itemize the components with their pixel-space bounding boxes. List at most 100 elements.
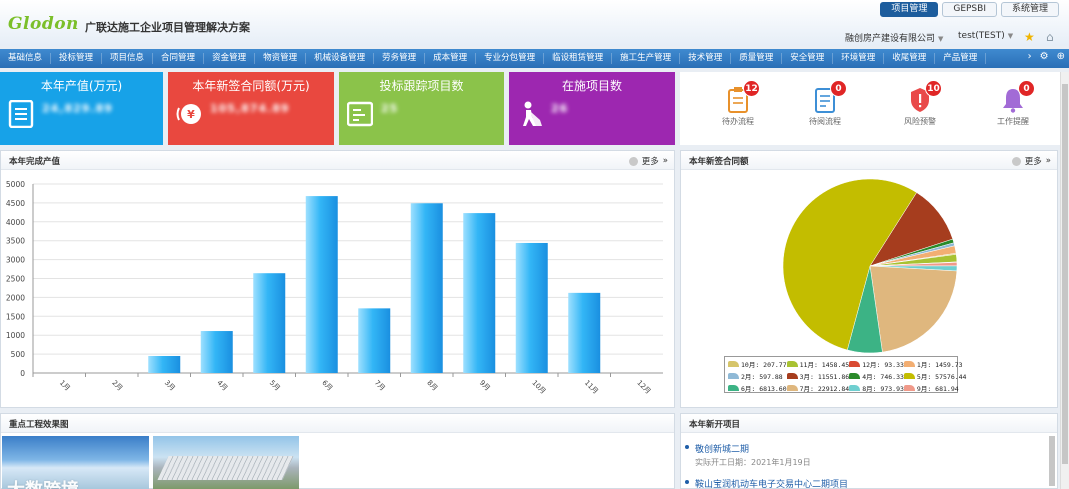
nav-item[interactable]: 合同管理 [153,53,205,64]
scrollbar-thumb[interactable] [1062,84,1068,464]
more-label: 更多 [1024,157,1042,167]
y-tick-label: 1000 [6,331,25,340]
gear-icon[interactable]: ⚙ [1040,51,1049,62]
pie-legend: 10月: 207.77 11月: 1458.45 12月: 93.33 1月: 145… [724,356,966,393]
nav-item[interactable]: 基础信息 [0,53,52,64]
tab-gepsbi[interactable]: GEPSBI [942,2,997,17]
legend-item[interactable]: 7月: 22912.84 [786,383,849,393]
read-count-badge: 0 [830,80,847,97]
new-projects-panel: 本年新开项目 敬创新城二期 实际开工日期：2021年1月19日 鞍山宝润机动车电… [680,413,1058,489]
annual-output-bar-chart: 0 500 1000 1500 2000 2500 3000 3500 4000 4500 5000… [6,180,663,396]
quick-label: 工作提醒 [997,117,1029,126]
panel-header: 本年新签合同额 更多» [681,151,1057,170]
y-tick-label: 3000 [6,256,25,265]
double-chevron-icon: » [662,156,668,166]
legend-swatch [786,361,798,367]
page-scrollbar[interactable] [1060,72,1069,489]
bell-icon: 0 [1001,80,1035,114]
stat-card-bid-tracking[interactable]: 投标跟踪项目数 25 [339,72,504,145]
panel-title: 本年完成产值 [9,157,61,167]
nav-item[interactable]: 投标管理 [51,53,103,64]
company-selector[interactable]: 融创房产建设有限公司 ▼ [845,31,943,44]
legend-label: 4月: 746.33 [862,373,904,381]
new-contracts-panel: 本年新签合同额 更多» 10月: 207.77 11月: 1458.45 12月: … [680,150,1058,408]
quick-label: 待阅流程 [809,117,841,126]
nav-item[interactable]: 资金管理 [204,53,256,64]
settings-dot-icon [628,156,638,166]
quick-to-read[interactable]: 0 待阅流程 [795,80,855,127]
home-icon[interactable]: ⌂ [1046,31,1054,43]
project-item[interactable]: 敬创新城二期 实际开工日期：2021年1月19日 [685,442,811,468]
legend-label: 3月: 11551.86 [799,373,850,381]
stat-title: 在施项目数 [561,79,622,93]
panel-header: 本年新开项目 [681,414,1057,433]
nav-more-icon[interactable]: › [1028,51,1032,62]
stat-title: 本年新签合同额(万元) [192,79,310,93]
annual-output-panel: 本年完成产值 更多» 0 500 1000 1500 2000 2500 3000 3500 4… [0,150,675,408]
stat-card-new-contracts[interactable]: 本年新签合同额(万元) ¥ 105,874.89 [168,72,334,145]
y-tick-label: 1500 [6,312,25,321]
nav-item[interactable]: 机械设备管理 [306,53,375,64]
y-tick-label: 2500 [6,275,25,284]
logo-text: Glodon [8,14,79,34]
project-name[interactable]: 鞍山宝润机动车电子交易中心二期项目 [695,477,848,489]
user-menu[interactable]: test(TEST) ▼ [958,31,1013,41]
project-image-2[interactable] [153,436,299,489]
legend-item[interactable]: 3月: 11551.86 [786,371,850,381]
nav-item[interactable]: 临设租赁管理 [544,53,613,64]
bar [410,203,443,373]
star-icon[interactable]: ★ [1024,31,1035,43]
bar [463,213,496,373]
pie-slice [869,265,958,353]
legend-swatch [728,361,739,367]
more-link[interactable]: 更多» [1011,155,1051,167]
legend-item[interactable]: 4月: 746.33 [849,371,904,381]
reminder-count-badge: 0 [1018,80,1035,97]
stat-card-annual-output[interactable]: 本年产值(万元) 24,829.89 [0,72,163,145]
bar [305,196,338,373]
nav-item[interactable]: 收尾管理 [884,53,936,64]
glodon-logo[interactable]: Glodon [8,14,79,34]
nav-item[interactable]: 安全管理 [782,53,834,64]
nav-tools: › ⚙ ⊕ [1028,51,1065,62]
pin-icon[interactable]: ⊕ [1057,51,1065,62]
tab-system-management[interactable]: 系统管理 [1000,2,1059,17]
nav-item[interactable]: 技术管理 [680,53,732,64]
nav-item[interactable]: 环境管理 [833,53,885,64]
legend-item[interactable]: 12月: 93.33 [849,359,904,369]
legend-item[interactable]: 1月: 1459.73 [903,359,967,369]
nav-item[interactable]: 物资管理 [255,53,307,64]
legend-item[interactable]: 8月: 973.93 [849,383,904,393]
project-start-date: 实际开工日期：2021年1月19日 [695,458,811,467]
quick-label: 待办流程 [722,117,754,126]
more-link[interactable]: 更多» [628,155,668,167]
x-tick-label: 5月 [268,379,282,393]
tab-project-management[interactable]: 项目管理 [880,2,939,17]
project-name[interactable]: 敬创新城二期 [695,442,811,455]
legend-item[interactable]: 10月: 207.77 [728,359,787,369]
nav-item[interactable]: 专业分包管理 [476,53,545,64]
nav-item[interactable]: 产品管理 [935,53,987,64]
stat-value: 24,829.89 [42,102,113,115]
nav-item[interactable]: 施工生产管理 [612,53,681,64]
legend-item[interactable]: 11月: 1458.45 [786,359,849,369]
legend-item[interactable]: 5月: 57576.44 [903,371,966,381]
quick-risk-warning[interactable]: 10 风险预警 [890,80,950,127]
list-scrollbar[interactable] [1049,436,1055,486]
quick-todo[interactable]: 12 待办流程 [708,80,768,127]
project-image-1[interactable]: 大数跨境 [2,436,149,489]
project-item[interactable]: 鞍山宝润机动车电子交易中心二期项目 [685,477,848,489]
stat-card-active-projects[interactable]: 在施项目数 26 [509,72,675,145]
nav-item[interactable]: 成本管理 [425,53,477,64]
legend-item[interactable]: 2月: 597.88 [728,371,787,381]
legend-item[interactable]: 9月: 681.94 [903,383,967,393]
nav-item[interactable]: 项目信息 [102,53,154,64]
legend-item[interactable]: 6月: 6813.60 [728,383,787,393]
x-tick-label: 8月 [425,379,439,393]
legend-swatch [786,385,798,391]
bar [358,308,391,373]
x-tick-label: 7月 [373,379,387,393]
nav-item[interactable]: 劳务管理 [374,53,426,64]
quick-work-reminder[interactable]: 0 工作提醒 [983,80,1043,127]
nav-item[interactable]: 质量管理 [731,53,783,64]
